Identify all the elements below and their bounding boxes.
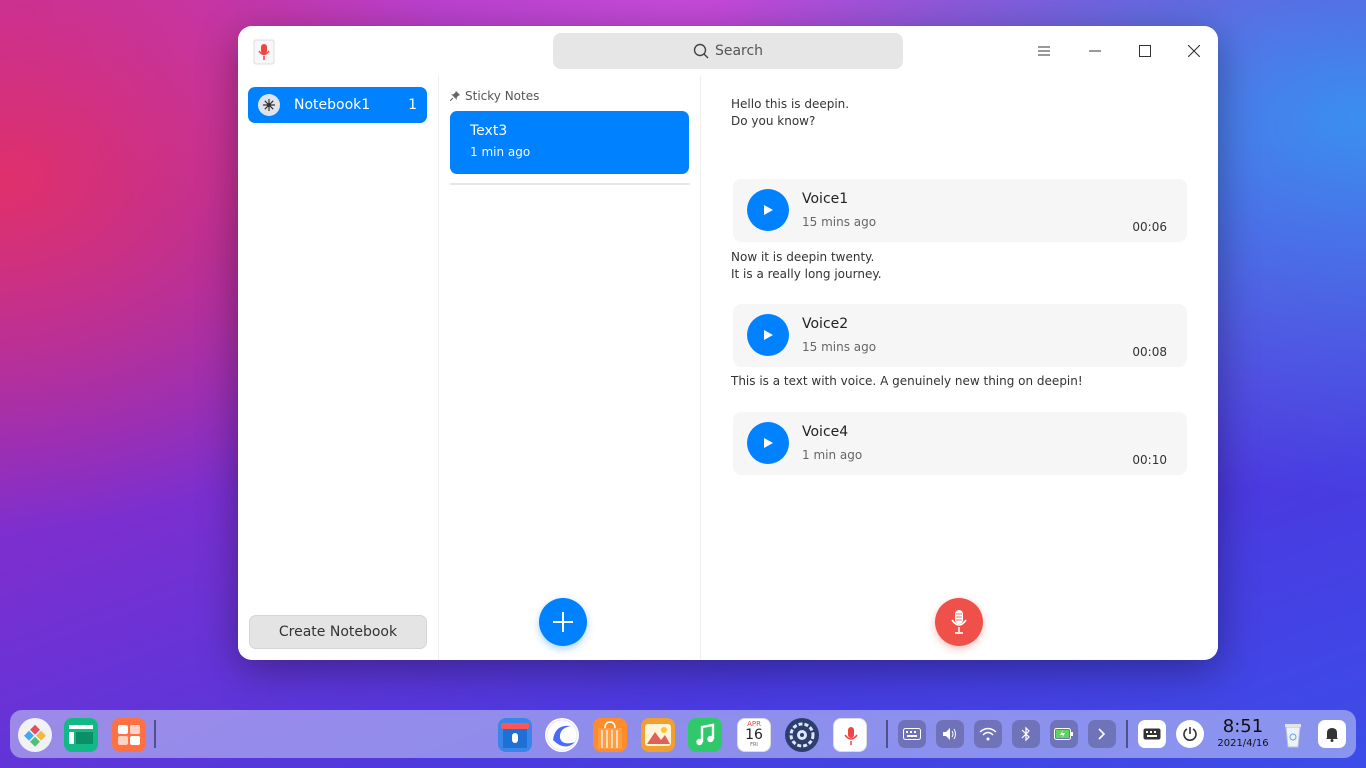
notebook-count: 1 (408, 97, 417, 113)
text-line: Now it is deepin twenty. (731, 250, 875, 264)
dock-divider (154, 720, 156, 748)
notebook-item[interactable]: Notebook1 1 (248, 87, 427, 123)
plus-icon (553, 612, 573, 632)
play-icon (764, 205, 773, 215)
voice-title: Voice1 (802, 191, 849, 207)
microphone-icon (951, 610, 967, 634)
titlebar: Search (238, 26, 1218, 76)
search-icon (693, 43, 709, 59)
notebook-sidebar: Notebook1 1 Create Notebook (238, 76, 439, 660)
voice-time: 15 mins ago (802, 340, 877, 354)
voice-title: Voice4 (802, 424, 849, 440)
play-icon (764, 330, 773, 340)
sticky-notes-label: Sticky Notes (465, 89, 540, 103)
dock-divider (1126, 720, 1128, 748)
voice-item[interactable]: Voice2 15 mins ago 00:08 (733, 304, 1187, 367)
search-box[interactable]: Search (553, 33, 903, 69)
create-notebook-button[interactable]: Create Notebook (249, 615, 427, 649)
voice-duration: 00:08 (1132, 345, 1167, 359)
keyboard-icon[interactable] (898, 720, 926, 748)
voice-time: 1 min ago (802, 448, 863, 462)
onscreen-keyboard-icon[interactable] (1138, 720, 1166, 748)
play-button[interactable] (747, 422, 789, 464)
sticky-notes-header: Sticky Notes (450, 89, 539, 103)
launcher-icon[interactable] (18, 718, 52, 752)
calendar-icon[interactable]: APR 16 FRI (737, 718, 771, 752)
voice-item[interactable]: Voice1 15 mins ago 00:06 (733, 179, 1187, 242)
voice-time: 15 mins ago (802, 215, 877, 229)
add-note-button[interactable] (539, 598, 587, 646)
close-button[interactable] (1179, 36, 1209, 66)
notebook-avatar-icon (258, 94, 280, 116)
note-list: Sticky Notes Text3 1 min ago (439, 76, 701, 660)
voice-notes-dock-icon[interactable] (833, 718, 867, 752)
note-title: Text3 (470, 123, 508, 139)
text-line: Do you know? (731, 114, 816, 128)
shopping-bag-icon[interactable] (593, 718, 627, 752)
notification-bell-icon[interactable] (1318, 720, 1346, 748)
voice-title: Voice2 (802, 316, 849, 332)
pin-icon (450, 91, 460, 101)
text-line: This is a text with voice. A genuinely n… (731, 374, 1083, 388)
text-block[interactable]: Now it is deepin twenty. It is a really … (731, 249, 882, 283)
note-item[interactable]: Text3 1 min ago (450, 111, 689, 174)
dock-divider (886, 720, 888, 748)
close-icon (1188, 45, 1200, 57)
text-line: Hello this is deepin. (731, 97, 850, 111)
wifi-icon[interactable] (974, 720, 1002, 748)
text-block[interactable]: Hello this is deepin. Do you know? (731, 96, 849, 130)
minimize-button[interactable] (1080, 36, 1110, 66)
note-time: 1 min ago (470, 145, 531, 159)
power-icon[interactable] (1176, 720, 1204, 748)
taskbar-dock: APR 16 FRI 8:51 2021/4/16 (10, 710, 1356, 758)
voice-duration: 00:10 (1132, 453, 1167, 467)
notebook-label: Notebook1 (294, 97, 371, 113)
play-button[interactable] (747, 189, 789, 231)
trash-icon[interactable] (1276, 718, 1310, 752)
minimize-icon (1089, 50, 1101, 52)
app-store-icon[interactable] (498, 718, 532, 752)
image-viewer-icon[interactable] (641, 718, 675, 752)
clock-date: 2021/4/16 (1217, 738, 1269, 749)
clock-time[interactable]: 8:51 (1218, 716, 1268, 737)
chevron-right-icon[interactable] (1088, 720, 1116, 748)
control-center-icon[interactable] (785, 718, 819, 752)
workspace-icon[interactable] (112, 718, 146, 752)
note-divider (450, 183, 690, 185)
hamburger-icon (1038, 46, 1050, 56)
bluetooth-icon[interactable] (1012, 720, 1040, 748)
battery-icon[interactable] (1050, 720, 1078, 748)
voice-item[interactable]: Voice4 1 min ago 00:10 (733, 412, 1187, 475)
search-placeholder: Search (714, 43, 764, 59)
multitask-view-icon[interactable] (64, 718, 98, 752)
maximize-icon (1139, 45, 1151, 57)
browser-icon[interactable] (545, 718, 579, 752)
text-block[interactable]: This is a text with voice. A genuinely n… (731, 373, 1083, 390)
text-line: It is a really long journey. (731, 267, 882, 281)
maximize-button[interactable] (1130, 36, 1160, 66)
voice-duration: 00:06 (1132, 220, 1167, 234)
play-icon (764, 438, 773, 448)
calendar-weekday: FRI (750, 742, 758, 748)
menu-button[interactable] (1029, 36, 1059, 66)
record-button[interactable] (935, 598, 983, 646)
play-button[interactable] (747, 314, 789, 356)
volume-icon[interactable] (936, 720, 964, 748)
note-editor[interactable]: Hello this is deepin. Do you know? Voice… (701, 76, 1218, 660)
voice-notes-window: Search Notebook1 1 Create Notebook Stick… (238, 26, 1218, 660)
calendar-day: 16 (745, 727, 763, 743)
voice-notes-app-icon (252, 39, 276, 65)
music-icon[interactable] (688, 718, 722, 752)
